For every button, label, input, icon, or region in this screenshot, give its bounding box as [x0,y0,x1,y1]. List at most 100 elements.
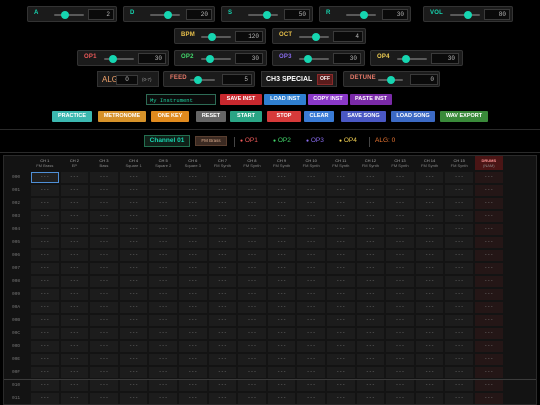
tracker-cell[interactable]: --- [327,315,355,326]
tracker-cell[interactable]: --- [208,341,237,352]
alg-value-input[interactable]: 0 [116,75,138,85]
tracker-cell[interactable]: --- [149,263,177,274]
tracker-cell[interactable]: --- [475,289,503,300]
tracker-cell[interactable]: --- [31,380,59,391]
tracker-cell[interactable]: --- [297,315,325,326]
s-value-input[interactable]: 50 [284,9,310,20]
tracker-cell[interactable]: --- [445,263,473,274]
tracker-cell[interactable]: --- [238,276,266,287]
tracker-cell[interactable]: --- [415,341,444,352]
tracker-cell[interactable]: --- [297,380,325,391]
tracker-cell[interactable]: --- [208,172,237,183]
tracker-cell[interactable]: --- [415,380,444,391]
tracker-cell[interactable]: --- [356,263,385,274]
ch3-special-toggle[interactable]: OFF [317,74,333,85]
tracker-cell[interactable]: --- [386,328,414,339]
tracker-cell[interactable]: --- [119,185,148,196]
tracker-cell[interactable]: --- [179,172,207,183]
tracker-cell[interactable]: --- [475,328,503,339]
reset-button[interactable]: RESET [196,111,226,122]
feed-slider[interactable] [190,76,215,84]
channel-column-header[interactable]: CH 10 FM Synth [297,156,325,170]
tracker-cell[interactable]: --- [60,263,89,274]
tracker-cell[interactable]: --- [327,185,355,196]
tracker-cell[interactable]: --- [238,367,266,378]
tracker-cell[interactable]: --- [475,237,503,248]
tracker-cell[interactable]: --- [208,237,237,248]
tracker-cell[interactable]: --- [267,393,296,404]
tracker-cell[interactable]: --- [327,328,355,339]
channel-column-header[interactable]: CH 4 Square 1 [120,156,148,170]
tracker-cell[interactable]: --- [297,198,325,209]
tracker-cell[interactable]: --- [297,250,325,261]
tracker-cell[interactable]: --- [90,224,118,235]
tracker-cell[interactable]: --- [297,354,325,365]
tracker-cell[interactable]: --- [149,367,177,378]
tracker-cell[interactable]: --- [445,341,473,352]
detune-slider-handle[interactable] [386,76,395,84]
tracker-cell[interactable]: --- [445,198,473,209]
tracker-cell[interactable]: --- [238,289,266,300]
tracker-cell[interactable]: --- [356,354,385,365]
tracker-cell[interactable]: --- [208,198,237,209]
tracker-cell[interactable]: --- [119,315,148,326]
tracker-cell[interactable]: --- [267,380,296,391]
tracker-cell[interactable]: --- [179,341,207,352]
tracker-cell[interactable]: --- [445,250,473,261]
tracker-cell[interactable]: --- [208,250,237,261]
tracker-cell[interactable]: --- [445,185,473,196]
tracker-cell[interactable]: --- [31,354,59,365]
tracker-cell[interactable]: --- [60,224,89,235]
tracker-cell[interactable]: --- [386,354,414,365]
tracker-cell[interactable]: --- [445,393,473,404]
tracker-cell[interactable]: --- [327,276,355,287]
tracker-cell[interactable]: --- [327,393,355,404]
channel-column-header[interactable]: CH 11 FM Synth [327,156,355,170]
d-slider[interactable] [150,11,180,19]
channel-column-header[interactable]: CH 13 FM Synth [386,156,414,170]
tracker-cell[interactable]: --- [297,328,325,339]
op3-value-input[interactable]: 30 [333,53,361,64]
tracker-cell[interactable]: --- [31,289,59,300]
tracker-cell[interactable]: --- [267,354,296,365]
tracker-cell[interactable]: --- [31,224,59,235]
channel-column-header[interactable]: CH 2 EP [61,156,89,170]
r-slider-handle[interactable] [360,11,368,19]
tracker-cell[interactable]: --- [415,224,444,235]
tracker-cell[interactable]: --- [386,367,414,378]
tracker-cell[interactable]: --- [297,172,325,183]
tracker-cell[interactable]: --- [31,328,59,339]
tracker-cell[interactable]: --- [90,341,118,352]
tracker-cell[interactable]: --- [31,263,59,274]
tracker-cell[interactable]: --- [327,354,355,365]
stop-button[interactable]: STOP [267,111,301,122]
tracker-cell[interactable]: --- [149,237,177,248]
s-slider[interactable] [248,11,278,19]
tracker-cell[interactable]: --- [475,211,503,222]
start-button[interactable]: START [230,111,262,122]
tracker-cell[interactable]: --- [119,302,148,313]
op2-value-input[interactable]: 30 [235,53,263,64]
tracker-cell[interactable]: --- [90,315,118,326]
tracker-cell[interactable]: --- [149,341,177,352]
tracker-cell[interactable]: --- [267,328,296,339]
feed-slider-handle[interactable] [193,76,202,84]
save-inst-button[interactable]: SAVE INST [220,94,262,105]
channel-column-header[interactable]: CH 8 FM Synth [238,156,266,170]
tracker-cell[interactable]: --- [31,237,59,248]
tracker-cell[interactable]: --- [238,198,266,209]
tracker-cell[interactable]: --- [179,185,207,196]
tracker-cell[interactable]: --- [60,302,89,313]
tracker-cell[interactable]: --- [119,172,148,183]
tracker-cell[interactable]: --- [179,367,207,378]
tracker-cell[interactable]: --- [267,315,296,326]
load-inst-button[interactable]: LOAD INST [264,94,306,105]
tracker-cell[interactable]: --- [60,328,89,339]
tracker-cell[interactable]: --- [31,302,59,313]
tracker-cell[interactable]: --- [356,367,385,378]
tracker-cell[interactable]: --- [386,302,414,313]
tracker-cell[interactable]: --- [238,211,266,222]
tracker-cell[interactable]: --- [208,354,237,365]
tracker-cell[interactable]: --- [386,276,414,287]
tracker-cell[interactable]: --- [179,302,207,313]
